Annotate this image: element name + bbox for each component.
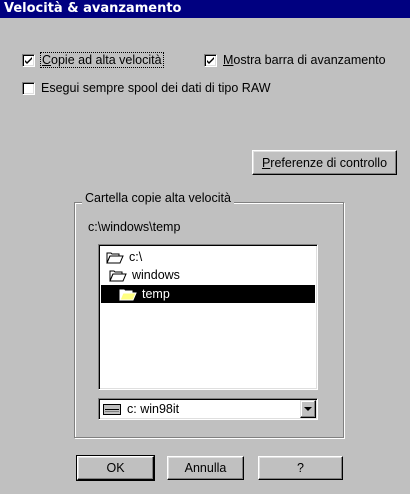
progress-bar-label: Mostra barra di avanzamento: [223, 53, 386, 67]
drive-select[interactable]: c: win98it: [98, 398, 318, 420]
always-spool-label: Esegui sempre spool dei dati di tipo RAW: [41, 81, 271, 95]
directory-item-temp[interactable]: temp: [101, 285, 315, 303]
open-folder-icon: [109, 270, 127, 281]
fast-copy-folder-group-label: Cartella copie alta velocità: [82, 191, 234, 205]
progress-bar-checkbox-box[interactable]: [204, 53, 217, 67]
directory-item-c-root[interactable]: c:\: [106, 248, 142, 266]
always-spool-checkbox[interactable]: Esegui sempre spool dei dati di tipo RAW: [22, 81, 271, 95]
open-folder-icon: [106, 252, 124, 263]
drive-icon: [103, 403, 121, 415]
fast-copy-checkbox[interactable]: Copie ad alta velocità: [22, 52, 164, 68]
monitor-preferences-button[interactable]: Preferenze di controllo: [252, 150, 397, 175]
cancel-button[interactable]: Annulla: [167, 456, 244, 480]
check-icon: [25, 56, 32, 64]
always-spool-checkbox-box[interactable]: [22, 81, 35, 95]
fast-copy-label: Copie ad alta velocità: [40, 52, 164, 68]
drive-dropdown-button[interactable]: [300, 400, 316, 418]
dialog-window: Velocità & avanzamento Copie ad alta vel…: [0, 0, 410, 494]
progress-bar-checkbox[interactable]: Mostra barra di avanzamento: [204, 53, 386, 67]
fast-copy-checkbox-box[interactable]: [22, 53, 35, 67]
chevron-down-icon: [304, 406, 312, 411]
title-bar: Velocità & avanzamento: [0, 0, 410, 18]
check-icon: [207, 56, 214, 64]
open-folder-icon: [119, 289, 137, 300]
help-button[interactable]: ?: [258, 456, 343, 480]
ok-button[interactable]: OK: [76, 455, 155, 481]
monitor-preferences-label: Preferenze di controllo: [261, 155, 388, 170]
directory-list[interactable]: c:\ windows temp: [98, 244, 318, 390]
directory-item-windows[interactable]: windows: [109, 266, 180, 284]
drive-select-value: c: win98it: [99, 402, 300, 416]
current-folder-path: c:\windows\temp: [88, 220, 181, 234]
